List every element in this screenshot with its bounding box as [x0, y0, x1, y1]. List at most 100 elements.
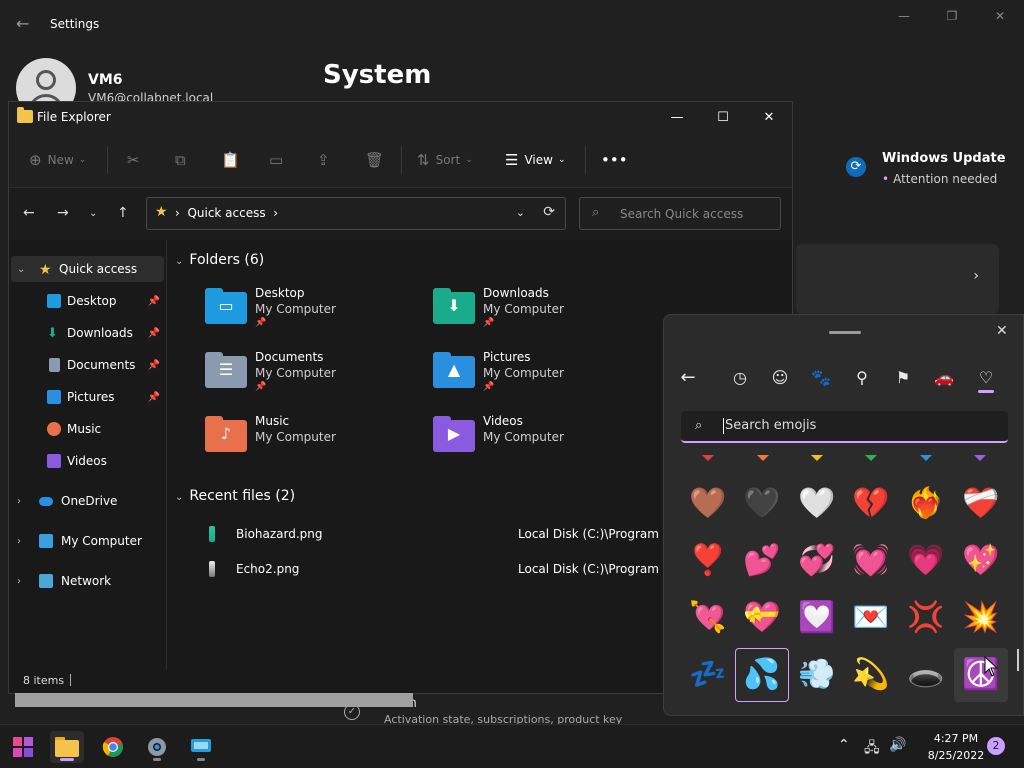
restore-icon[interactable]: ❐	[928, 0, 976, 32]
maximize-icon[interactable]: ☐	[700, 102, 746, 132]
paste-icon[interactable]: 📋	[221, 148, 246, 172]
windows-update-title[interactable]: Windows Update	[882, 151, 1006, 166]
heart-icon[interactable]: ♡	[972, 363, 1000, 391]
folders-section-header[interactable]: ⌄ Folders (6)	[175, 252, 264, 268]
windows-update-icon[interactable]: ⟳	[846, 157, 866, 177]
folder-tile[interactable]: ▶ Videos My Computer	[433, 414, 653, 470]
more-options-icon[interactable]: •••	[601, 148, 634, 172]
emoji-cell[interactable]: 💥	[954, 591, 1008, 645]
new-button[interactable]: ⊕ New ⌄	[29, 148, 86, 172]
back-icon[interactable]: ←	[674, 363, 702, 391]
folder-tile[interactable]: ☰ Documents My Computer 📌	[205, 350, 425, 406]
notification-badge[interactable]: 2	[987, 737, 1005, 755]
emoji-cell[interactable]: 💌	[844, 591, 898, 645]
sidebar-item-videos[interactable]: Videos	[11, 448, 164, 474]
emoji-cell[interactable]: 💟	[790, 591, 844, 645]
item-count: 8 items	[23, 674, 65, 687]
sort-button[interactable]: ⇅ Sort ⌄	[417, 148, 473, 172]
settings-card[interactable]: ›	[796, 244, 999, 314]
back-arrow-icon[interactable]: ←	[23, 205, 35, 221]
copy-icon[interactable]: ⧉	[175, 148, 192, 172]
address-bar[interactable]: ★ › Quick access › ⌄ ⟳	[146, 197, 566, 230]
smiley-icon[interactable]: ☺	[766, 363, 794, 391]
emoji-cell[interactable]: 🕳️	[899, 648, 953, 702]
clock[interactable]: 4:27 PM 8/25/2022	[916, 730, 996, 764]
emoji-cell[interactable]: 💔	[844, 477, 898, 531]
place-icon[interactable]: ⚲	[848, 363, 876, 391]
view-button[interactable]: ☰ View ⌄	[505, 148, 565, 172]
vertical-scrollbar[interactable]	[1017, 649, 1019, 671]
taskbar-chrome[interactable]	[96, 731, 130, 763]
forward-arrow-icon[interactable]: →	[57, 205, 69, 221]
close-icon[interactable]: ✕	[746, 102, 792, 132]
sidebar-item-quick-access[interactable]: ⌄ ★ Quick access	[11, 256, 164, 282]
sidebar-item-desktop[interactable]: Desktop 📌	[11, 288, 164, 314]
sidebar-item-downloads[interactable]: ⬇ Downloads 📌	[11, 320, 164, 346]
emoji-cell[interactable]: 💕	[735, 534, 789, 588]
taskbar-file-explorer[interactable]	[50, 731, 84, 763]
recent-icon[interactable]: ◷	[726, 363, 754, 391]
back-arrow-icon[interactable]: ←	[16, 14, 29, 33]
drag-handle[interactable]	[829, 331, 861, 334]
emoji-cell[interactable]: 🤎	[681, 477, 735, 531]
folder-tile[interactable]: ♪ Music My Computer	[205, 414, 425, 470]
share-icon[interactable]: ⇪	[317, 148, 336, 172]
emoji-cell[interactable]: 💝	[735, 591, 789, 645]
emoji-search-input[interactable]: ⌕ Search emojis	[681, 411, 1008, 443]
chevron-up-icon[interactable]: ⌃	[838, 737, 850, 753]
emoji-cell[interactable]: ☮️	[954, 648, 1008, 702]
taskbar-remote-app[interactable]	[184, 731, 218, 763]
start-button[interactable]	[6, 731, 40, 763]
emoji-cell[interactable]: 🖤	[735, 477, 789, 531]
recent-section-header[interactable]: ⌄ Recent files (2)	[175, 488, 295, 504]
emoji-cell[interactable]: 💦	[735, 648, 789, 702]
emoji-cell[interactable]: 💗	[899, 534, 953, 588]
chevron-down-icon[interactable]: ⌄	[17, 264, 25, 275]
animal-icon[interactable]: 🐾	[807, 363, 835, 391]
sidebar-item-music[interactable]: Music	[11, 416, 164, 442]
desktop-icon	[47, 294, 61, 308]
minimize-icon[interactable]: —	[654, 102, 700, 132]
sidebar-item-onedrive[interactable]: › OneDrive	[11, 488, 164, 514]
horizontal-scrollbar[interactable]	[15, 693, 413, 707]
minimize-icon[interactable]: —	[880, 0, 928, 32]
car-icon[interactable]: 🚗	[930, 363, 958, 391]
emoji-cell[interactable]: 💤	[681, 648, 735, 702]
address-quick-access[interactable]: Quick access	[187, 206, 265, 220]
sidebar-item-pictures[interactable]: Pictures 📌	[11, 384, 164, 410]
refresh-icon[interactable]: ⟳	[543, 204, 555, 220]
volume-icon[interactable]: 🔊	[889, 737, 906, 753]
cut-icon[interactable]: ✂	[127, 148, 146, 172]
folder-tile[interactable]: ▭ Desktop My Computer 📌	[205, 286, 425, 342]
up-arrow-icon[interactable]: ↑	[117, 205, 129, 221]
delete-icon[interactable]: 🗑	[365, 148, 390, 172]
emoji-cell[interactable]: ❤️‍🔥	[899, 477, 953, 531]
chevron-right-icon[interactable]: ›	[17, 496, 21, 507]
emoji-cell[interactable]: 💞	[790, 534, 844, 588]
emoji-cell[interactable]: 💢	[899, 591, 953, 645]
folder-tile[interactable]: ⬇ Downloads My Computer 📌	[433, 286, 653, 342]
emoji-cell[interactable]: 🤍	[790, 477, 844, 531]
emoji-cell[interactable]: 💫	[844, 648, 898, 702]
emoji-cell[interactable]: 💘	[681, 591, 735, 645]
sidebar-item-network[interactable]: › Network	[11, 568, 164, 594]
close-icon[interactable]: ✕	[996, 323, 1008, 339]
sidebar-item-documents[interactable]: Documents 📌	[11, 352, 164, 378]
chevron-right-icon[interactable]: ›	[17, 576, 21, 587]
folder-tile[interactable]: ▲ Pictures My Computer 📌	[433, 350, 653, 406]
emoji-cell[interactable]: ❤️‍🩹	[954, 477, 1008, 531]
chevron-right-icon[interactable]: ›	[17, 536, 21, 547]
sidebar-item-my-computer[interactable]: › My Computer	[11, 528, 164, 554]
emoji-cell[interactable]: 💨	[790, 648, 844, 702]
rename-icon[interactable]: ▭	[269, 148, 289, 172]
chevron-down-icon[interactable]: ⌄	[516, 206, 525, 219]
emoji-cell[interactable]: 💖	[954, 534, 1008, 588]
close-icon[interactable]: ✕	[976, 0, 1024, 32]
recent-locations-icon[interactable]: ⌄	[89, 208, 97, 219]
party-icon[interactable]: ⚑	[889, 363, 917, 391]
network-icon[interactable]: 🖧	[864, 737, 880, 761]
emoji-cell[interactable]: 💓	[844, 534, 898, 588]
search-input[interactable]: ⌕ Search Quick access	[579, 197, 781, 230]
taskbar-settings[interactable]	[140, 731, 174, 763]
emoji-cell[interactable]: ❣️	[681, 534, 735, 588]
